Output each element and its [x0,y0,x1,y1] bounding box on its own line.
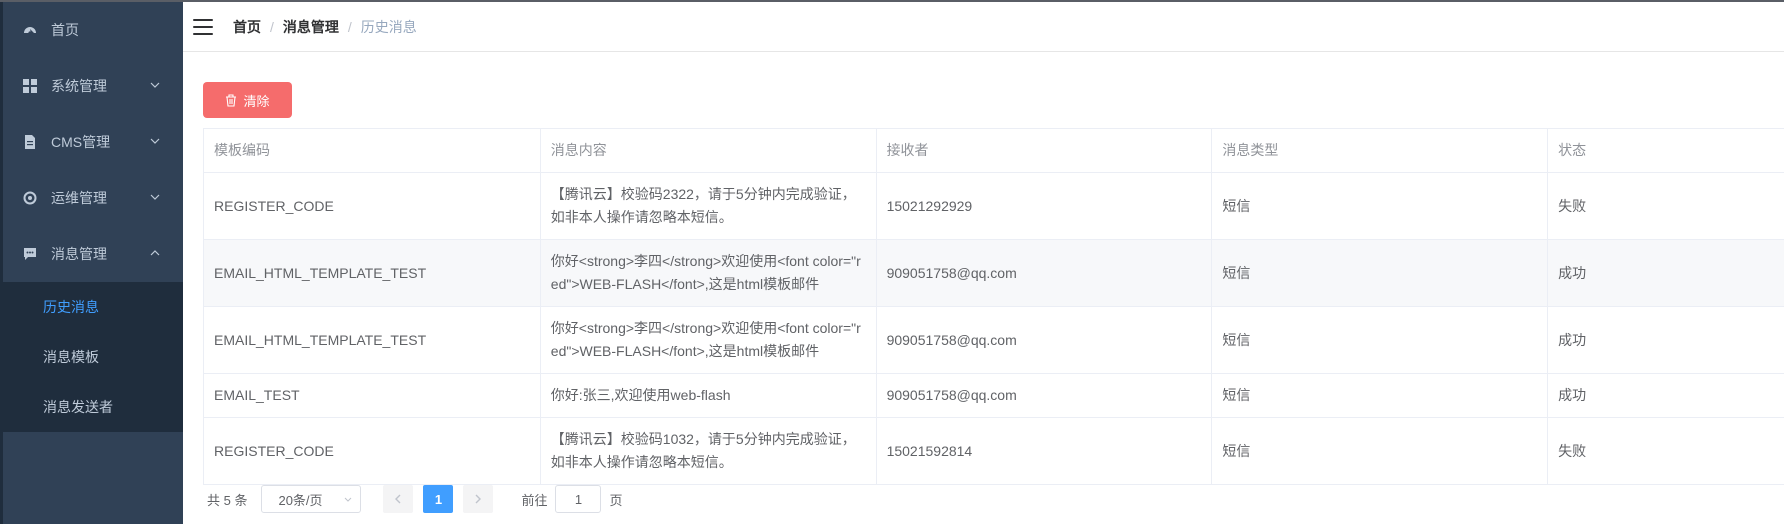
sidebar-item-message[interactable]: 消息管理 [0,226,183,282]
hamburger-icon[interactable] [193,18,213,35]
cell-status: 失败 [1558,442,1587,459]
prev-page-button[interactable] [383,485,414,513]
table-row[interactable]: EMAIL_HTML_TEMPLATE_TEST 你好<strong>李四</s… [204,307,1784,374]
clear-button[interactable]: 清除 [203,82,292,118]
sidebar-item-system[interactable]: 系统管理 [0,58,183,114]
chevron-down-icon [150,82,160,88]
breadcrumb-home[interactable]: 首页 [233,17,261,37]
cell-code: EMAIL_TEST [204,374,541,417]
cell-receiver: 909051758@qq.com [877,307,1213,373]
column-header[interactable]: 模板编码 [204,129,541,172]
sidebar-item-cms[interactable]: CMS管理 [0,114,183,170]
chevron-down-icon [345,497,352,502]
breadcrumb: 首页 / 消息管理 / 历史消息 [233,17,417,37]
sidebar-item-ops[interactable]: 运维管理 [0,170,183,226]
dashboard-icon [23,23,37,37]
page-size-select[interactable]: 20条/页 [261,485,362,513]
chevron-left-icon [395,494,401,504]
table-row[interactable]: EMAIL_HTML_TEMPLATE_TEST 你好<strong>李四</s… [204,240,1784,307]
column-header[interactable]: 消息内容 [541,129,877,172]
cell-type: 短信 [1212,307,1549,373]
page-jumper: 前往 1 页 [521,485,623,513]
sidebar-item-label: 首页 [51,22,79,38]
cell-content: 你好:张三,欢迎使用web-flash [541,374,877,417]
table-row[interactable]: EMAIL_TEST 你好:张三,欢迎使用web-flash 909051758… [204,374,1784,418]
sidebar-item-label: 运维管理 [51,190,107,206]
cell-receiver: 909051758@qq.com [877,374,1213,417]
goto-page-input[interactable]: 1 [555,485,602,513]
cell-content: 【腾讯云】校验码2322，请于5分钟内完成验证，如非本人操作请忽略本短信。 [541,173,877,239]
breadcrumb-separator: / [347,18,352,35]
cell-type: 短信 [1212,173,1549,239]
cell-receiver: 909051758@qq.com [877,240,1213,306]
goto-prefix: 前往 [521,492,548,508]
table-header: 模板编码 消息内容 接收者 消息类型 状态 [204,129,1784,173]
cell-code: REGISTER_CODE [204,173,541,239]
page-number-active[interactable]: 1 [423,485,454,513]
cell-receiver: 15021592814 [877,418,1213,484]
column-header[interactable]: 接收者 [877,129,1213,172]
document-icon [23,135,37,149]
next-page-button[interactable] [463,485,494,513]
chevron-up-icon [150,250,160,256]
cell-code: EMAIL_HTML_TEMPLATE_TEST [204,307,541,373]
cell-type: 短信 [1212,374,1549,417]
goto-suffix: 页 [609,492,623,508]
breadcrumb-separator: / [270,18,274,35]
cell-code: EMAIL_HTML_TEMPLATE_TEST [204,240,541,306]
sidebar-item-templates[interactable]: 消息模板 [0,332,183,382]
target-icon [23,191,37,205]
message-table: 模板编码 消息内容 接收者 消息类型 状态 REGISTER_CODE 【腾讯云… [203,128,1784,485]
clear-button-label: 清除 [243,93,270,109]
column-header[interactable]: 状态 [1548,129,1784,172]
cell-code: REGISTER_CODE [204,418,541,484]
cell-content: 你好<strong>李四</strong>欢迎使用<font color="re… [541,307,877,373]
message-submenu: 历史消息 消息模板 消息发送者 [0,282,183,432]
table-row[interactable]: REGISTER_CODE 【腾讯云】校验码2322，请于5分钟内完成验证，如非… [204,173,1784,240]
message-icon [23,247,37,261]
chevron-down-icon [150,138,160,144]
pagination: 共 5 条 20条/页 1 前往 1 页 [207,485,623,513]
cell-status: 失败 [1558,197,1587,214]
sidebar-item-label: CMS管理 [51,134,111,150]
sidebar-item-label: 系统管理 [51,78,107,94]
navbar: 首页 / 消息管理 / 历史消息 [183,0,1784,52]
sidebar: 首页 系统管理 CMS管理 运维管理 消息管理 历史消息 消息模板 消息发送者 [0,0,183,524]
pagination-total: 共 5 条 [207,492,248,508]
cell-status: 成功 [1558,331,1587,348]
cell-content: 你好<strong>李四</strong>欢迎使用<font color="re… [541,240,877,306]
cell-receiver: 15021292929 [877,173,1213,239]
breadcrumb-current: 历史消息 [360,18,417,35]
breadcrumb-section[interactable]: 消息管理 [283,17,339,37]
sidebar-item-senders[interactable]: 消息发送者 [0,382,183,432]
main-panel: 首页 / 消息管理 / 历史消息 清除 模板编码 消息内容 接收者 消息类型 状… [183,0,1784,524]
sidebar-item-history[interactable]: 历史消息 [0,282,183,332]
trash-icon [226,93,237,107]
page-size-value: 20条/页 [278,492,323,508]
cell-type: 短信 [1212,418,1549,484]
sidebar-item-home[interactable]: 首页 [0,2,183,58]
grid-icon [23,79,37,93]
chevron-right-icon [475,494,482,504]
cell-type: 短信 [1212,240,1549,306]
cell-content: 【腾讯云】校验码1032，请于5分钟内完成验证，如非本人操作请忽略本短信。 [541,418,877,484]
chevron-down-icon [150,194,160,200]
sidebar-item-label: 消息管理 [51,246,107,262]
app: 首页 系统管理 CMS管理 运维管理 消息管理 历史消息 消息模板 消息发送者 … [0,0,1784,524]
cell-status: 成功 [1558,387,1587,403]
cell-status: 成功 [1558,264,1587,281]
column-header[interactable]: 消息类型 [1212,129,1549,172]
table-row[interactable]: REGISTER_CODE 【腾讯云】校验码1032，请于5分钟内完成验证，如非… [204,418,1784,485]
